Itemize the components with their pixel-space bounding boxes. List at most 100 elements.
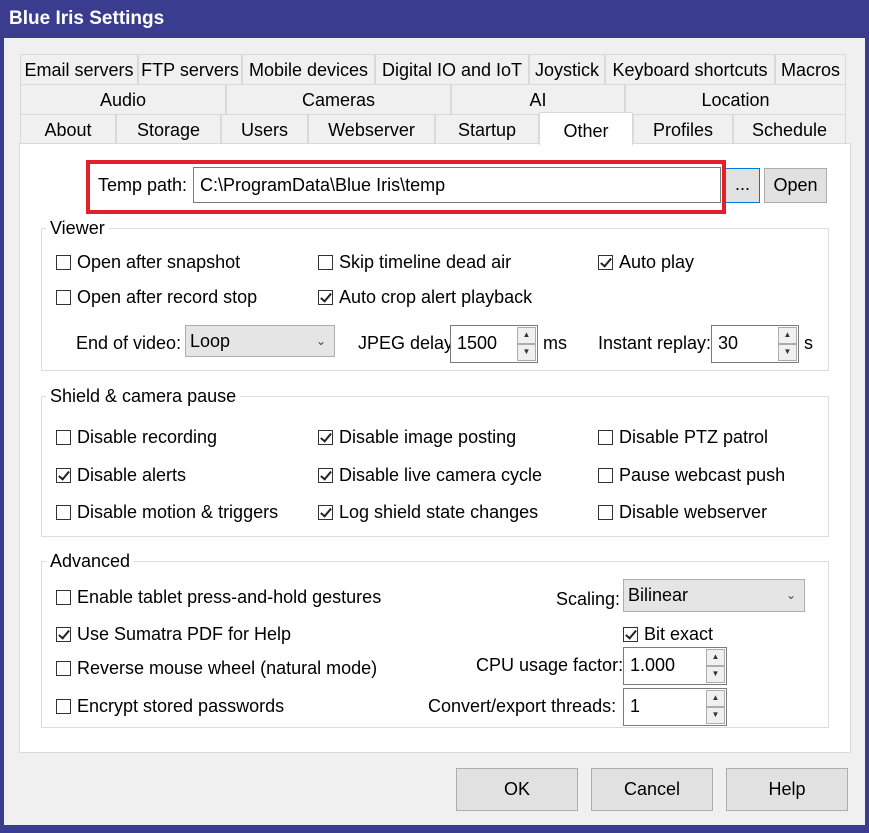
ok-button[interactable]: OK [456,768,578,811]
spin-up-icon[interactable]: ▲ [706,690,725,707]
open-after-snapshot-checkbox[interactable]: Open after snapshot [56,252,240,272]
spin-down-icon[interactable]: ▼ [706,707,725,724]
advanced-group-title: Advanced [46,551,135,572]
tab-about[interactable]: About [20,114,116,145]
skip-timeline-dead-air-checkbox[interactable]: Skip timeline dead air [318,252,511,272]
cpu-usage-spinner[interactable]: 1.000 ▲ ▼ [623,647,727,685]
spin-up-icon[interactable]: ▲ [778,327,797,344]
spin-down-icon[interactable]: ▼ [706,666,725,683]
disable-alerts-label: Disable alerts [77,465,187,485]
end-of-video-select[interactable]: Loop ⌄ [185,325,335,357]
tab-storage[interactable]: Storage [116,114,221,145]
open-after-record-stop-label: Open after record stop [77,287,258,307]
disable-ptz-patrol-box[interactable] [598,430,613,445]
instant-replay-arrows: ▲ ▼ [778,327,797,361]
reverse-wheel-checkbox[interactable]: Reverse mouse wheel (natural mode) [56,658,377,678]
disable-live-camera-cycle-label: Disable live camera cycle [339,465,543,485]
temp-path-input[interactable]: C:\ProgramData\Blue Iris\temp [193,167,721,203]
pause-webcast-push-box[interactable] [598,468,613,483]
disable-live-camera-cycle-box[interactable] [318,468,333,483]
bit-exact-label: Bit exact [644,624,714,644]
spin-down-icon[interactable]: ▼ [778,344,797,361]
chevron-down-icon: ⌄ [785,588,796,602]
tablet-gestures-box[interactable] [56,590,71,605]
disable-recording-box[interactable] [56,430,71,445]
open-button[interactable]: Open [764,168,827,203]
tab-schedule[interactable]: Schedule [733,114,846,145]
spin-up-icon[interactable]: ▲ [517,327,536,344]
open-after-snapshot-box[interactable] [56,255,71,270]
auto-play-checkbox[interactable]: Auto play [598,252,694,272]
tab-macros[interactable]: Macros [775,54,846,85]
disable-ptz-patrol-label: Disable PTZ patrol [619,427,769,447]
disable-recording-checkbox[interactable]: Disable recording [56,427,217,447]
jpeg-delay-spinner[interactable]: 1500 ▲ ▼ [450,325,538,363]
disable-image-posting-box[interactable] [318,430,333,445]
disable-motion-triggers-checkbox[interactable]: Disable motion & triggers [56,502,278,522]
tab-mobile-devices[interactable]: Mobile devices [242,54,375,85]
tab-ftp-servers[interactable]: FTP servers [138,54,242,85]
bit-exact-checkbox[interactable]: Bit exact [623,624,713,644]
jpeg-delay-arrows: ▲ ▼ [517,327,536,361]
open-after-record-stop-checkbox[interactable]: Open after record stop [56,287,257,307]
sumatra-pdf-checkbox[interactable]: Use Sumatra PDF for Help [56,624,291,644]
tab-joystick[interactable]: Joystick [529,54,605,85]
tablet-gestures-checkbox[interactable]: Enable tablet press-and-hold gestures [56,587,381,607]
open-after-record-stop-box[interactable] [56,290,71,305]
auto-crop-alert-playback-label: Auto crop alert playback [339,287,533,307]
tab-users[interactable]: Users [221,114,308,145]
log-shield-state-changes-box[interactable] [318,505,333,520]
skip-timeline-dead-air-box[interactable] [318,255,333,270]
tab-profiles[interactable]: Profiles [633,114,733,145]
help-button[interactable]: Help [726,768,848,811]
disable-webserver-box[interactable] [598,505,613,520]
threads-value: 1 [630,696,641,716]
threads-arrows: ▲ ▼ [706,690,725,724]
threads-spinner[interactable]: 1 ▲ ▼ [623,688,727,726]
auto-crop-alert-playback-box[interactable] [318,290,333,305]
log-shield-state-changes-checkbox[interactable]: Log shield state changes [318,502,538,522]
disable-image-posting-label: Disable image posting [339,427,517,447]
disable-webserver-checkbox[interactable]: Disable webserver [598,502,767,522]
auto-play-box[interactable] [598,255,613,270]
bit-exact-box[interactable] [623,627,638,642]
tab-other[interactable]: Other [539,112,633,146]
disable-alerts-box[interactable] [56,468,71,483]
tab-audio[interactable]: Audio [20,84,226,115]
tab-startup[interactable]: Startup [435,114,539,145]
disable-alerts-checkbox[interactable]: Disable alerts [56,465,186,485]
tab-cameras[interactable]: Cameras [226,84,451,115]
threads-label: Convert/export threads: [428,696,617,716]
encrypt-passwords-box[interactable] [56,699,71,714]
spin-down-icon[interactable]: ▼ [517,344,536,361]
tab-location[interactable]: Location [625,84,846,115]
sumatra-pdf-box[interactable] [56,627,71,642]
shield-group-title: Shield & camera pause [46,386,241,407]
tab-digital-io[interactable]: Digital IO and IoT [375,54,529,85]
disable-motion-triggers-label: Disable motion & triggers [77,502,279,522]
auto-crop-alert-playback-checkbox[interactable]: Auto crop alert playback [318,287,532,307]
cancel-button[interactable]: Cancel [591,768,713,811]
auto-play-label: Auto play [619,252,695,272]
disable-live-camera-cycle-checkbox[interactable]: Disable live camera cycle [318,465,542,485]
pause-webcast-push-checkbox[interactable]: Pause webcast push [598,465,785,485]
disable-motion-triggers-box[interactable] [56,505,71,520]
disable-ptz-patrol-checkbox[interactable]: Disable PTZ patrol [598,427,768,447]
spin-up-icon[interactable]: ▲ [706,649,725,666]
tab-email-servers[interactable]: Email servers [20,54,138,85]
tab-webserver[interactable]: Webserver [308,114,435,145]
cpu-usage-arrows: ▲ ▼ [706,649,725,683]
reverse-wheel-box[interactable] [56,661,71,676]
tab-ai[interactable]: AI [451,84,625,115]
encrypt-passwords-checkbox[interactable]: Encrypt stored passwords [56,696,284,716]
disable-recording-label: Disable recording [77,427,218,447]
browse-button[interactable]: ... [725,168,760,203]
sumatra-pdf-label: Use Sumatra PDF for Help [77,624,292,644]
disable-image-posting-checkbox[interactable]: Disable image posting [318,427,516,447]
instant-replay-label: Instant replay: [598,333,712,353]
instant-replay-spinner[interactable]: 30 ▲ ▼ [711,325,799,363]
end-of-video-value: Loop [190,331,231,351]
window-title: Blue Iris Settings [0,0,869,38]
tab-keyboard-shortcuts[interactable]: Keyboard shortcuts [605,54,775,85]
scaling-select[interactable]: Bilinear ⌄ [623,579,805,612]
